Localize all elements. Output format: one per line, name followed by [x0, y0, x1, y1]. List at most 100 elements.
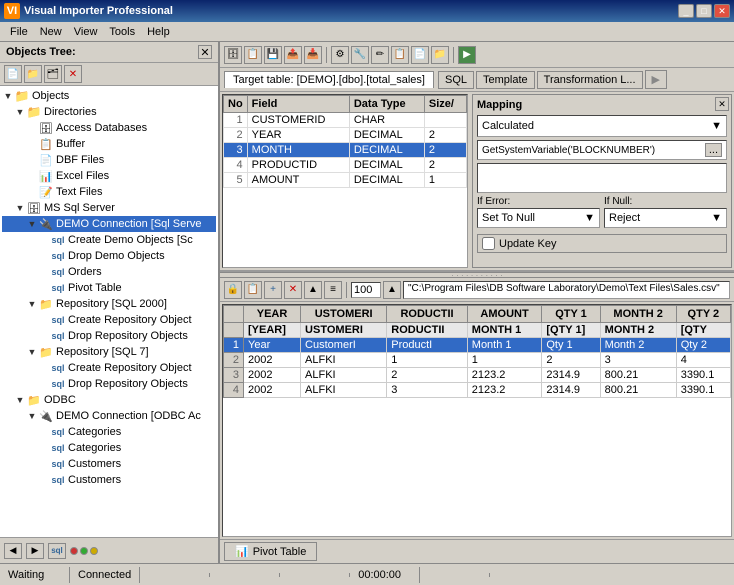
table-row[interactable]: 2 2002 ALFKI 1 1 2 3 4	[224, 353, 731, 368]
tree-item-orders[interactable]: sql Orders	[2, 264, 216, 280]
row-num: 3	[224, 368, 244, 383]
toolbar-btn-save[interactable]: 💾	[264, 46, 282, 64]
tab-template[interactable]: Template	[476, 71, 535, 89]
data-btn-up[interactable]: ▲	[304, 281, 322, 299]
mapping-type-select[interactable]: Calculated ▼	[477, 115, 727, 137]
mapping-close-button[interactable]: ✕	[715, 97, 729, 111]
toggle-icon[interactable]: ▼	[14, 395, 26, 405]
data-btn-filter[interactable]: ≡	[324, 281, 342, 299]
menu-tools[interactable]: Tools	[103, 24, 141, 40]
maximize-button[interactable]: □	[696, 4, 712, 18]
tree-item-objects[interactable]: ▼ 📁 Objects	[2, 88, 216, 104]
toolbar-btn-1[interactable]: 🗄	[224, 46, 242, 64]
tree-container[interactable]: ▼ 📁 Objects ▼ 📁 Directories 🗄 Access Dat…	[0, 86, 218, 537]
tree-item-repo2000[interactable]: ▼ 📁 Repository [SQL 2000]	[2, 296, 216, 312]
tree-item-repo7[interactable]: ▼ 📁 Repository [SQL 7]	[2, 344, 216, 360]
tree-item-directories[interactable]: ▼ 📁 Directories	[2, 104, 216, 120]
data-btn-add[interactable]: +	[264, 281, 282, 299]
toggle-icon[interactable]: ▼	[26, 347, 38, 357]
row-count-up[interactable]: ▲	[383, 281, 401, 299]
data-table-container[interactable]: YEAR USTOMERI RODUCTII AMOUNT QTY 1 MONT…	[222, 304, 732, 537]
menu-view[interactable]: View	[68, 24, 104, 40]
tree-item-categories2[interactable]: sql Categories	[2, 440, 216, 456]
toggle-icon[interactable]: ▼	[26, 299, 38, 309]
mapping-text-area[interactable]	[477, 163, 727, 193]
data-btn-del[interactable]: ✕	[284, 281, 302, 299]
tree-item-access[interactable]: 🗄 Access Databases	[2, 120, 216, 136]
tree-item-text[interactable]: 📝 Text Files	[2, 184, 216, 200]
menu-file[interactable]: File	[4, 24, 34, 40]
tree-item-create-repo7[interactable]: sql Create Repository Object	[2, 360, 216, 376]
toolbar-btn-11[interactable]: 📁	[431, 46, 449, 64]
toolbar-btn-7[interactable]: 🔧	[351, 46, 369, 64]
toolbar-btn-9[interactable]: 📋	[391, 46, 409, 64]
tree-item-customers1[interactable]: sql Customers	[2, 456, 216, 472]
tab-transform[interactable]: Transformation L...	[537, 71, 643, 89]
open-button[interactable]: 📁	[24, 65, 42, 83]
toggle-icon[interactable]: ▼	[26, 219, 38, 229]
ellipsis-button[interactable]: ...	[705, 143, 722, 157]
tree-item-odbc[interactable]: ▼ 📁 ODBC	[2, 392, 216, 408]
tree-item-pivot[interactable]: sql Pivot Table	[2, 280, 216, 296]
mapping-expression[interactable]: GetSystemVariable('BLOCKNUMBER') ...	[477, 140, 727, 160]
panel-close-button[interactable]: ✕	[198, 45, 212, 59]
minimize-button[interactable]: _	[678, 4, 694, 18]
tree-item-buffer[interactable]: 📋 Buffer	[2, 136, 216, 152]
row-count-input[interactable]	[351, 282, 381, 298]
tree-item-dbf[interactable]: 📄 DBF Files	[2, 152, 216, 168]
tree-item-drop-repo7[interactable]: sql Drop Repository Objects	[2, 376, 216, 392]
nav-icon-button[interactable]: sql	[48, 543, 66, 559]
menu-new[interactable]: New	[34, 24, 68, 40]
table-row[interactable]: 1 Year CustomerI ProductI Month 1 Qty 1 …	[224, 338, 731, 353]
tree-item-excel[interactable]: 📊 Excel Files	[2, 168, 216, 184]
nav-next-button[interactable]: ▶	[26, 543, 44, 559]
row-count-control: ▲	[351, 281, 401, 299]
close-button[interactable]: ✕	[714, 4, 730, 18]
toolbar-btn-2[interactable]: 📋	[244, 46, 262, 64]
if-error-select[interactable]: Set To Null ▼	[477, 208, 600, 228]
tab-sql[interactable]: SQL	[438, 71, 474, 89]
tree-item-mssql[interactable]: ▼ 🗄 MS Sql Server	[2, 200, 216, 216]
tree-item-customers2[interactable]: sql Customers	[2, 472, 216, 488]
delete-button[interactable]: ✕	[64, 65, 82, 83]
table-row[interactable]: 4 2002 ALFKI 3 2123.2 2314.9 800.21 3390…	[224, 383, 731, 398]
table-row[interactable]: 2 YEAR DECIMAL 2	[224, 128, 467, 143]
toolbar-btn-8[interactable]: ✏	[371, 46, 389, 64]
toolbar-btn-5[interactable]: 📥	[304, 46, 322, 64]
tree-item-create-repo2000[interactable]: sql Create Repository Object	[2, 312, 216, 328]
if-null-select[interactable]: Reject ▼	[604, 208, 727, 228]
toggle-icon[interactable]: ▼	[14, 203, 26, 213]
menu-help[interactable]: Help	[141, 24, 176, 40]
new-button[interactable]: 📄	[4, 65, 22, 83]
data-btn-1[interactable]: 🔒	[224, 281, 242, 299]
target-table-tab[interactable]: Target table: [DEMO].[dbo].[total_sales]	[224, 71, 434, 88]
tree-label: Objects	[32, 90, 69, 102]
field-table-container[interactable]: No Field Data Type Size/ 1 CUSTOMERID CH…	[222, 94, 468, 268]
cell-month2: 800.21	[600, 368, 676, 383]
pivot-table-button[interactable]: 📊 Pivot Table	[224, 542, 317, 561]
update-key-checkbox[interactable]	[482, 237, 495, 250]
tree-item-drop-repo2000[interactable]: sql Drop Repository Objects	[2, 328, 216, 344]
table-row[interactable]: 4 PRODUCTID DECIMAL 2	[224, 158, 467, 173]
toolbar-btn-6[interactable]: ⚙	[331, 46, 349, 64]
tab-scroll-right[interactable]: ▶	[645, 70, 667, 89]
nav-prev-button[interactable]: ◀	[4, 543, 22, 559]
data-btn-2[interactable]: 📋	[244, 281, 262, 299]
cell-month1: 2123.2	[467, 383, 542, 398]
run-button[interactable]: ▶	[458, 46, 476, 64]
toggle-icon[interactable]: ▼	[14, 107, 26, 117]
table-row[interactable]: 5 AMOUNT DECIMAL 1	[224, 173, 467, 188]
tree-item-demo-conn[interactable]: ▼ 🔌 DEMO Connection [Sql Serve	[2, 216, 216, 232]
table-row[interactable]: 3 2002 ALFKI 2 2123.2 2314.9 800.21 3390…	[224, 368, 731, 383]
table-row[interactable]: 1 CUSTOMERID CHAR	[224, 113, 467, 128]
open2-button[interactable]: 🗂	[44, 65, 62, 83]
tree-item-demo-odbc[interactable]: ▼ 🔌 DEMO Connection [ODBC Ac	[2, 408, 216, 424]
tree-item-categories1[interactable]: sql Categories	[2, 424, 216, 440]
toggle-icon[interactable]: ▼	[26, 411, 38, 421]
table-row[interactable]: 3 MONTH DECIMAL 2	[224, 143, 467, 158]
toolbar-btn-10[interactable]: 📄	[411, 46, 429, 64]
toggle-icon[interactable]: ▼	[2, 91, 14, 101]
tree-item-create-demo[interactable]: sql Create Demo Objects [Sc	[2, 232, 216, 248]
tree-item-drop-demo[interactable]: sql Drop Demo Objects	[2, 248, 216, 264]
toolbar-btn-4[interactable]: 📤	[284, 46, 302, 64]
